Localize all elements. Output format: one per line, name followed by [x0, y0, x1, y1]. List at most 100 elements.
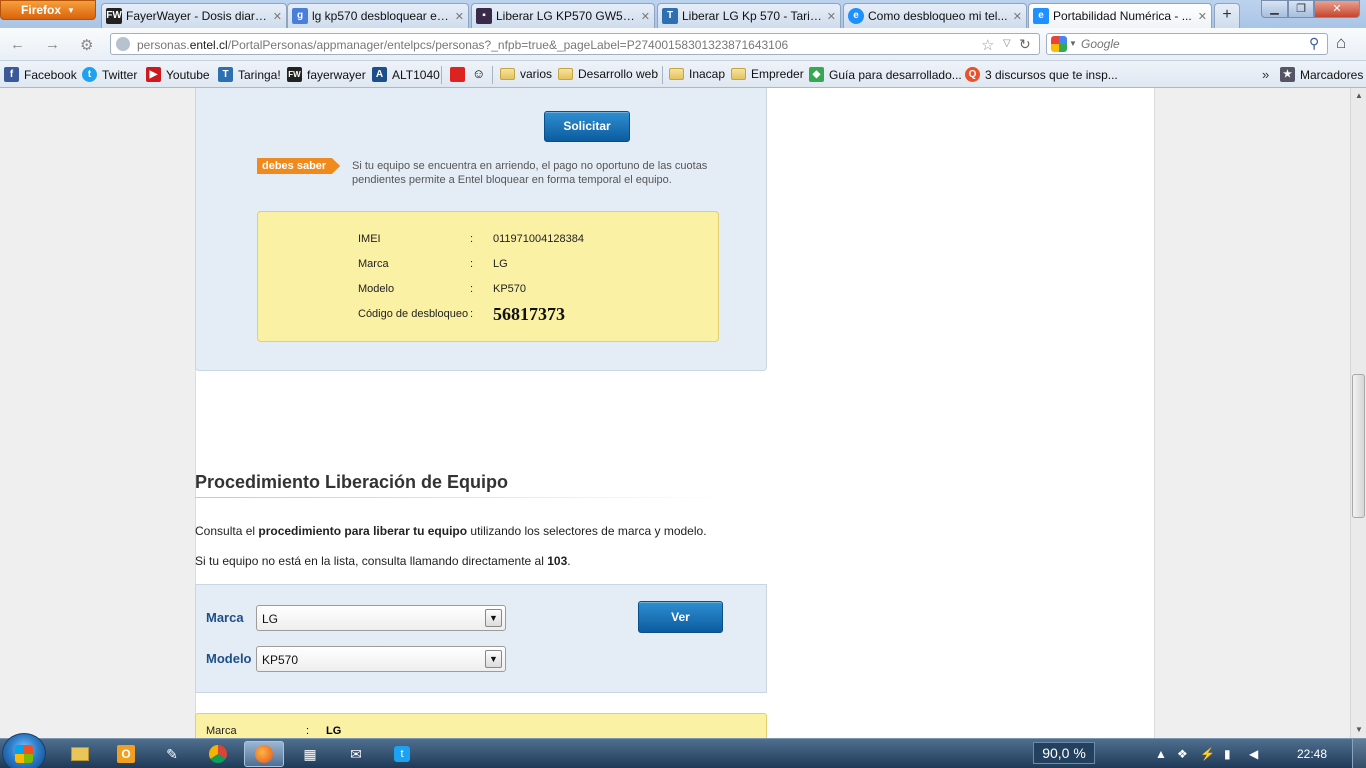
tab-fayerwayer[interactable]: FW FayerWayer - Dosis diaria... ✕	[101, 3, 287, 28]
search-input[interactable]	[1081, 37, 1311, 51]
chevron-down-icon[interactable]: ▼	[485, 650, 502, 668]
taskbar-media[interactable]: ▦	[290, 741, 330, 767]
url-text[interactable]: personas.entel.cl/PortalPersonas/appmana…	[137, 38, 788, 52]
solicitar-button[interactable]: Solicitar	[544, 111, 630, 142]
ted-icon: Q	[965, 67, 980, 82]
scroll-down-arrow-icon[interactable]: ▼	[1351, 722, 1366, 738]
tab-liberar-lg[interactable]: ▪ Liberar LG KP570 GW525 ... ✕	[471, 3, 655, 28]
bookmark-alt1040[interactable]: A ALT1040	[372, 67, 440, 82]
scrollbar-thumb[interactable]	[1352, 374, 1365, 518]
scroll-up-arrow-icon[interactable]: ▲	[1351, 88, 1366, 104]
zoom-level[interactable]: 90,0 %	[1033, 742, 1095, 764]
navigation-toolbar: ← → ⚙ personas.entel.cl/PortalPersonas/a…	[0, 28, 1366, 61]
entel-icon: e	[1033, 8, 1049, 24]
bookmarks-overflow-icon[interactable]: »	[1262, 67, 1269, 82]
back-arrow-icon[interactable]: ←	[10, 36, 25, 53]
brand-select-value: LG	[262, 612, 279, 626]
bookmark-folder-empreder[interactable]: Empreder	[731, 67, 804, 81]
device-selector-panel: Marca LG ▼ Modelo KP570 ▼ Ver	[195, 584, 767, 693]
procedure-result-box: Marca : LG	[195, 713, 767, 738]
taskbar-chrome[interactable]	[198, 741, 238, 767]
red-bookmark-icon[interactable]	[450, 67, 465, 82]
taskbar-outlook[interactable]: O	[106, 741, 146, 767]
show-hidden-icons-icon[interactable]: ▲	[1155, 747, 1167, 761]
colon: :	[470, 258, 474, 270]
marca-value: LG	[493, 258, 508, 270]
reload-icon[interactable]: ↻	[1019, 36, 1031, 53]
model-select[interactable]: KP570 ▼	[256, 646, 506, 672]
tab-como-desbloqueo[interactable]: e Como desbloqueo mi tel... ✕	[843, 3, 1027, 28]
bookmark-folder-varios[interactable]: varios	[500, 67, 552, 81]
bookmark-twitter[interactable]: t Twitter	[82, 67, 137, 82]
model-label: Modelo	[206, 651, 252, 666]
dropbox-icon[interactable]: ❖	[1177, 747, 1188, 761]
ver-button[interactable]: Ver	[638, 601, 723, 633]
para2-text-end: .	[567, 554, 571, 568]
star-icon: ★	[1280, 67, 1295, 82]
taskbar-explorer[interactable]	[60, 741, 100, 767]
twitter-icon: t	[394, 746, 410, 762]
tab-label: Como desbloqueo mi tel...	[868, 9, 1008, 23]
colon: :	[306, 725, 310, 737]
bookmarks-toolbar: f Facebook t Twitter ▶ Youtube T Taringa…	[0, 61, 1366, 88]
taskbar-messenger[interactable]: ✉	[336, 741, 376, 767]
tab-google-search[interactable]: g lg kp570 desbloquear ent... ✕	[287, 3, 469, 28]
character-bookmark-icon[interactable]: ☺	[472, 66, 485, 81]
dropdown-arrow-icon[interactable]: ▽	[1003, 38, 1011, 49]
bookmark-youtube[interactable]: ▶ Youtube	[146, 67, 210, 82]
title-divider	[195, 497, 725, 498]
vertical-scrollbar[interactable]: ▲ ▼	[1350, 88, 1366, 738]
bookmarks-menu-button[interactable]: ★ Marcadores	[1280, 67, 1363, 82]
volume-icon[interactable]: ◀	[1249, 747, 1258, 761]
site-identity-icon[interactable]	[116, 37, 130, 51]
taskbar-app[interactable]: ✎	[152, 741, 192, 767]
para1-text-end: utilizando los selectores de marca y mod…	[467, 524, 707, 538]
firefox-menu-button[interactable]: Firefox ▼	[0, 0, 96, 20]
chevron-down-icon[interactable]: ▼	[485, 609, 502, 627]
bookmark-folder-desarrollo-web[interactable]: Desarrollo web	[558, 67, 658, 81]
search-bar[interactable]: ▼ ⚲	[1046, 33, 1328, 55]
search-icon[interactable]: ⚲	[1309, 35, 1319, 52]
bookmark-facebook[interactable]: f Facebook	[4, 67, 77, 82]
bookmark-taringa[interactable]: T Taringa!	[218, 67, 281, 82]
tab-taringa[interactable]: T Liberar LG Kp 570 - Tarin... ✕	[657, 3, 841, 28]
forward-arrow-icon[interactable]: →	[45, 36, 60, 53]
taskbar-firefox[interactable]	[244, 741, 284, 767]
bookmark-3-discursos[interactable]: Q 3 discursos que te insp...	[965, 67, 1118, 82]
bookmark-star-icon[interactable]: ☆	[981, 36, 994, 54]
network-signal-icon[interactable]: ▮	[1224, 747, 1231, 761]
close-icon[interactable]: ✕	[641, 10, 650, 23]
unlock-info-box: IMEI : 011971004128384 Marca : LG Modelo…	[257, 211, 719, 342]
maximize-button[interactable]: ❐	[1288, 0, 1314, 18]
minimize-button[interactable]: ▁	[1261, 0, 1288, 18]
twitter-icon: t	[82, 67, 97, 82]
close-window-button[interactable]: ✕	[1314, 0, 1360, 18]
unlock-code-label: Código de desbloqueo	[358, 308, 469, 320]
tab-portabilidad-active[interactable]: e Portabilidad Numérica - ... ✕	[1028, 3, 1212, 28]
address-bar[interactable]: personas.entel.cl/PortalPersonas/appmana…	[110, 33, 1040, 55]
system-clock[interactable]: 22:48	[1297, 747, 1327, 761]
page-viewport: Solicitar debes saber Si tu equipo se en…	[0, 88, 1350, 738]
close-icon[interactable]: ✕	[827, 10, 836, 23]
bookmark-guia-desarrollo[interactable]: ◆ Guía para desarrollado...	[809, 67, 962, 82]
chevron-down-icon[interactable]: ▼	[1069, 39, 1077, 48]
taskbar-twitter[interactable]: t	[382, 741, 422, 767]
close-icon[interactable]: ✕	[1013, 10, 1022, 23]
alt1040-icon: A	[372, 67, 387, 82]
close-icon[interactable]: ✕	[273, 10, 282, 23]
separator	[441, 66, 442, 84]
windows-taskbar: O ✎ ▦ ✉ t 90,0 % ▲ ❖ ⚡ ▮ ◀ 22:48	[0, 733, 1366, 768]
close-icon[interactable]: ✕	[455, 10, 464, 23]
bookmark-fayerwayer[interactable]: FW fayerwayer	[287, 67, 366, 82]
power-icon[interactable]: ⚡	[1200, 747, 1215, 761]
new-tab-button[interactable]: +	[1214, 3, 1240, 28]
bookmark-folder-inacap[interactable]: Inacap	[669, 67, 725, 81]
history-icon[interactable]: ⚙	[80, 36, 93, 54]
close-icon[interactable]: ✕	[1198, 10, 1207, 23]
brand-select[interactable]: LG ▼	[256, 605, 506, 631]
modelo-value: KP570	[493, 283, 527, 295]
home-icon[interactable]: ⌂	[1336, 33, 1346, 53]
google-icon[interactable]	[1051, 36, 1067, 52]
start-button[interactable]	[2, 733, 46, 768]
show-desktop-button[interactable]	[1352, 739, 1366, 768]
